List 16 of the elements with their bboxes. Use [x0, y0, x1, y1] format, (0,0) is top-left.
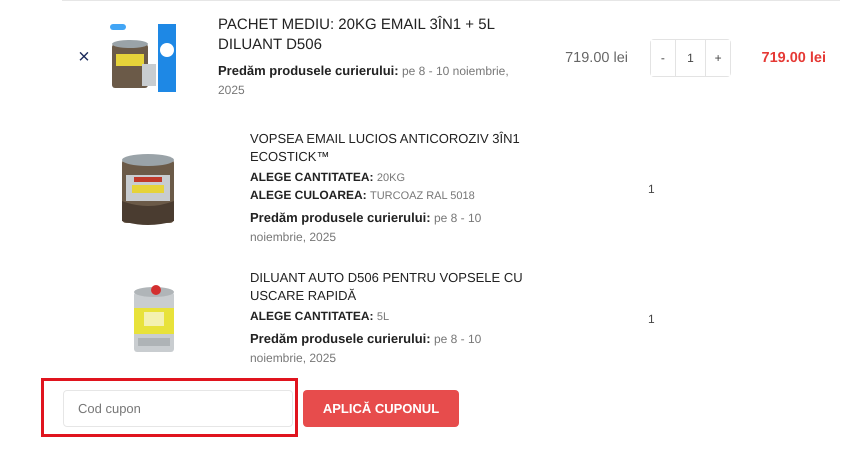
- unit-price: 719.00 lei: [564, 50, 628, 66]
- product-title: PACHET MEDIU: 20KG EMAIL 3ÎN1 + 5L DILUANT D506: [218, 15, 496, 55]
- product-attribute: ALEGE CANTITATEA: 5L: [250, 309, 390, 323]
- subtotal-price: 719.00 lei: [760, 50, 826, 66]
- coupon-field[interactable]: Cod cupon: [63, 390, 293, 427]
- product-attribute: ALEGE CANTITATEA: 20KG: [250, 170, 406, 184]
- apply-coupon-button[interactable]: APLICĂ CUPONUL: [303, 390, 459, 427]
- delivery-date: Predăm produsele curierului: pe 8 - 10 noiembrie, 2025: [250, 209, 482, 246]
- remove-button[interactable]: ×: [74, 46, 94, 69]
- product-attribute: ALEGE CULOAREA: TURCOAZ RAL 5018: [250, 188, 476, 202]
- product-title: VOPSEA EMAIL LUCIOS ANTICOROZIV 3ÎN1 ECOSTICK™: [250, 130, 521, 166]
- delivery-date: Predăm produsele curierului: pe 8 - 10 noiembrie, 2025: [218, 62, 510, 99]
- quantity-value: 1: [647, 182, 656, 196]
- quantity-value: 1: [647, 312, 656, 326]
- product-title: DILUANT AUTO D506 PENTRU VOPSELE CU USCARE RAPIDĂ: [250, 269, 524, 305]
- delivery-date: Predăm produsele curierului: pe 8 - 10 noiembrie, 2025: [250, 330, 482, 367]
